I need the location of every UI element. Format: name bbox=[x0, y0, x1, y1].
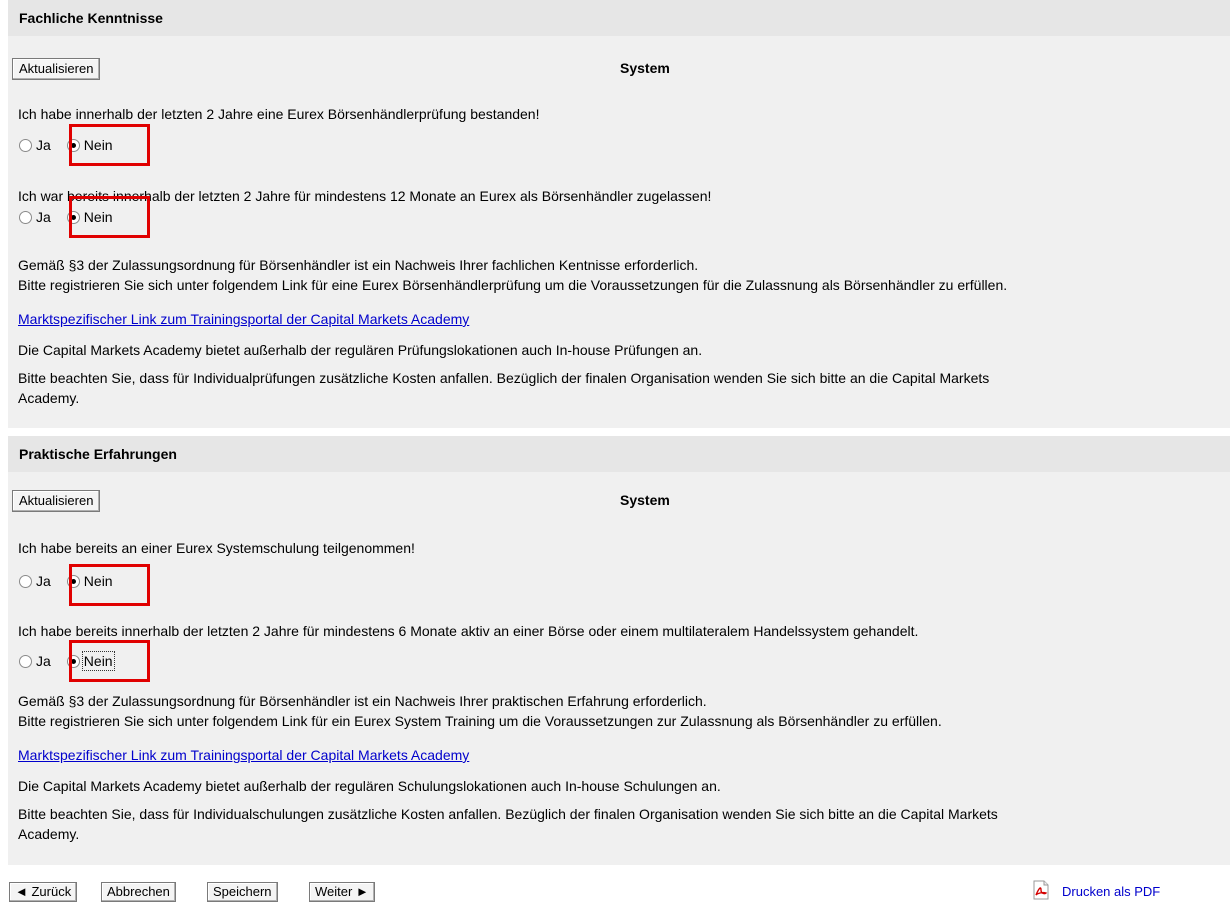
radio-ja[interactable] bbox=[19, 138, 32, 152]
print-pdf-link[interactable]: Drucken als PDF bbox=[1032, 880, 1192, 902]
training-portal-link[interactable]: Marktspezifischer Link zum Trainingsport… bbox=[18, 309, 469, 329]
print-pdf-label: Drucken als PDF bbox=[1062, 884, 1161, 899]
section-title: Praktische Erfahrungen bbox=[8, 436, 1230, 472]
question-text: Ich habe bereits an einer Eurex Systemsc… bbox=[18, 540, 415, 556]
section-title: Fachliche Kenntnisse bbox=[8, 0, 1230, 36]
note-text: Bitte beachten Sie, dass für Individuals… bbox=[18, 806, 998, 822]
system-label: System bbox=[620, 492, 670, 508]
radio-ja[interactable] bbox=[19, 574, 32, 588]
note-text: Die Capital Markets Academy bietet außer… bbox=[18, 342, 703, 358]
radio-ja[interactable] bbox=[19, 654, 32, 668]
update-button[interactable]: Aktualisieren bbox=[12, 58, 101, 80]
question-text: Ich habe innerhalb der letzten 2 Jahre e… bbox=[18, 106, 540, 122]
cancel-button[interactable]: Abbrechen bbox=[101, 882, 176, 902]
highlight-box bbox=[69, 640, 150, 682]
info-text: Gemäß §3 der Zulassungsordnung für Börse… bbox=[18, 257, 699, 273]
section-praktische-erfahrungen: Praktische Erfahrungen Aktualisieren Sys… bbox=[8, 436, 1230, 865]
question-text: Ich habe bereits innerhalb der letzten 2… bbox=[18, 623, 919, 639]
highlight-box bbox=[69, 564, 150, 606]
next-button[interactable]: Weiter ► bbox=[309, 882, 375, 902]
training-portal-link[interactable]: Marktspezifischer Link zum Trainingsport… bbox=[18, 745, 469, 765]
save-button[interactable]: Speichern bbox=[207, 882, 278, 902]
info-text: Bitte registrieren Sie sich unter folgen… bbox=[18, 713, 942, 729]
info-text: Gemäß §3 der Zulassungsordnung für Börse… bbox=[18, 693, 707, 709]
section-fachliche-kenntnisse: Fachliche Kenntnisse Aktualisieren Syste… bbox=[8, 0, 1230, 428]
radio-ja-label: Ja bbox=[36, 137, 51, 153]
update-button[interactable]: Aktualisieren bbox=[12, 490, 101, 512]
system-label: System bbox=[620, 60, 670, 76]
back-button[interactable]: ◄ Zurück bbox=[9, 882, 78, 902]
note-text: Die Capital Markets Academy bietet außer… bbox=[18, 778, 721, 794]
pdf-icon bbox=[1033, 880, 1049, 900]
note-text: Academy. bbox=[18, 390, 80, 406]
note-text: Bitte beachten Sie, dass für Individualp… bbox=[18, 370, 990, 386]
radio-ja-label: Ja bbox=[36, 653, 51, 669]
radio-ja[interactable] bbox=[19, 210, 32, 224]
highlight-box bbox=[69, 124, 150, 166]
radio-ja-label: Ja bbox=[36, 209, 51, 225]
note-text: Academy. bbox=[18, 826, 80, 842]
radio-ja-label: Ja bbox=[36, 573, 51, 589]
highlight-box bbox=[69, 196, 150, 238]
info-text: Bitte registrieren Sie sich unter folgen… bbox=[18, 277, 1008, 293]
